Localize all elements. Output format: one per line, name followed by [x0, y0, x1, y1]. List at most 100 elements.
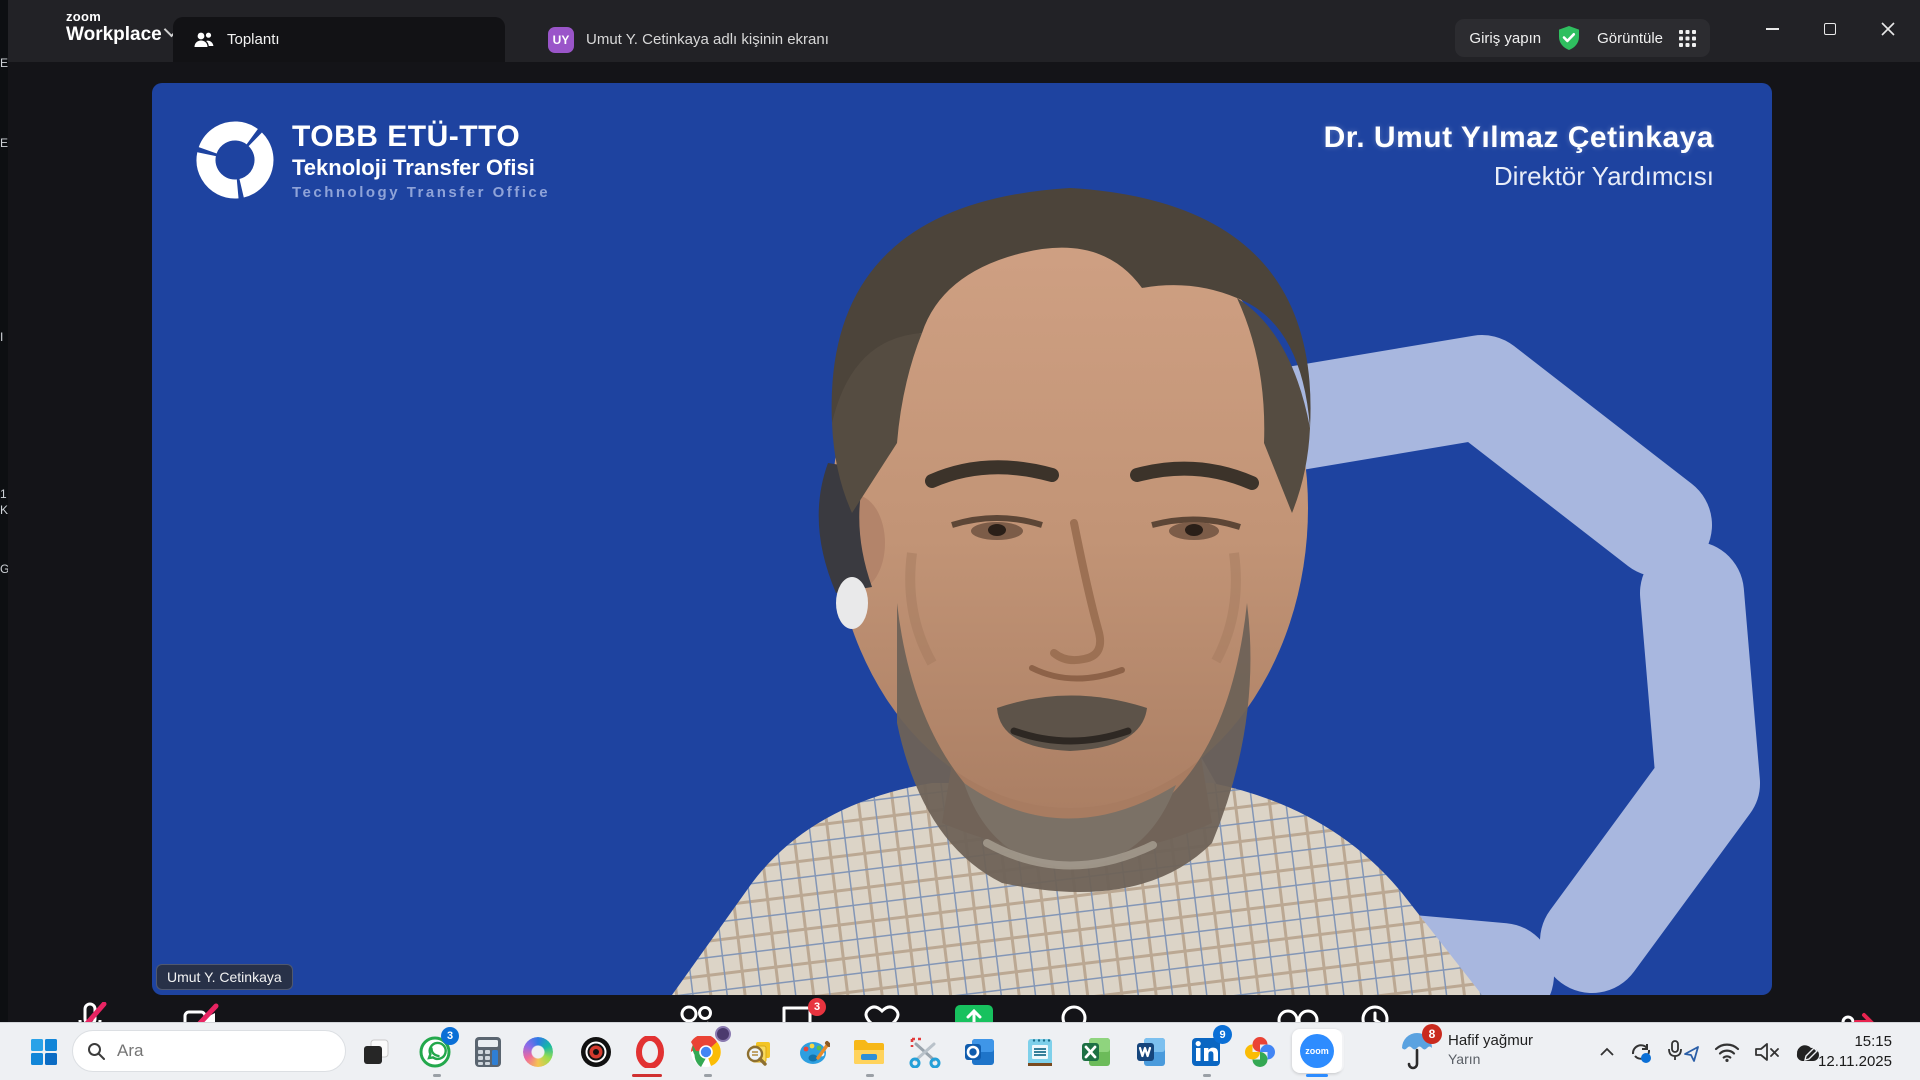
- calculator-button[interactable]: [468, 1032, 508, 1072]
- window-header: zoom Workplace Toplantı UY Umut Y. Cetin…: [8, 0, 1920, 62]
- close-icon: [1881, 22, 1895, 36]
- linkedin-button[interactable]: 9: [1186, 1032, 1226, 1072]
- opera-icon: [635, 1036, 665, 1068]
- photos-button[interactable]: [1240, 1032, 1280, 1072]
- windows-taskbar: 3: [0, 1022, 1920, 1080]
- chrome-icon: [690, 1036, 722, 1068]
- linkedin-badge: 9: [1213, 1025, 1232, 1044]
- speaker-person: [152, 83, 1772, 995]
- security-shield-icon[interactable]: [1557, 25, 1581, 51]
- task-view-icon: [363, 1039, 389, 1065]
- opera-running-indicator: [632, 1074, 662, 1077]
- share-screen-icon[interactable]: [953, 1002, 995, 1022]
- stop-video-icon[interactable]: [180, 1002, 220, 1022]
- whatsapp-button[interactable]: 3: [415, 1032, 455, 1072]
- snipping-tool-button[interactable]: [905, 1032, 945, 1072]
- snipping-tool-icon: [908, 1036, 942, 1068]
- record-icon[interactable]: [1058, 1002, 1090, 1022]
- word-icon: [1136, 1037, 1166, 1067]
- weather-alert-badge: 8: [1422, 1024, 1442, 1044]
- tab-shared-screen[interactable]: UY Umut Y. Cetinkaya adlı kişinin ekranı: [548, 17, 829, 62]
- linkedin-running-indicator: [1203, 1074, 1211, 1077]
- search-input[interactable]: [115, 1040, 315, 1062]
- opera-button[interactable]: [630, 1032, 670, 1072]
- sync-update-icon[interactable]: [1628, 1040, 1654, 1064]
- meeting-controls-strip: 3: [8, 995, 1920, 1022]
- excel-button[interactable]: [1076, 1032, 1116, 1072]
- avatar: UY: [548, 27, 574, 53]
- zoom-workplace-logo: zoom Workplace: [66, 10, 162, 44]
- mic-location-icons[interactable]: [1668, 1040, 1700, 1064]
- leave-share-icon[interactable]: [1840, 1002, 1876, 1022]
- outlook-icon: [964, 1037, 996, 1067]
- word-button[interactable]: [1131, 1032, 1171, 1072]
- fragment-text: E: [0, 56, 8, 70]
- volume-muted-icon[interactable]: [1754, 1041, 1780, 1063]
- maximize-icon: [1824, 23, 1836, 35]
- reactions-icon[interactable]: [863, 1002, 901, 1022]
- taskbar-search[interactable]: [72, 1030, 346, 1072]
- participant-name: Umut Y. Cetinkaya: [167, 969, 282, 985]
- grid-view-icon[interactable]: [1679, 30, 1696, 47]
- whatsapp-badge: 3: [441, 1027, 459, 1045]
- clock-date: 12.11.2025: [1818, 1052, 1892, 1072]
- chat-button[interactable]: 3: [780, 1002, 826, 1022]
- brand-zoom: zoom: [66, 10, 162, 23]
- signin-button[interactable]: Giriş yapın: [1469, 30, 1541, 47]
- fragment-text: K: [0, 503, 8, 517]
- tab-meeting[interactable]: Toplantı: [173, 17, 505, 62]
- mute-mic-icon[interactable]: [70, 1002, 110, 1022]
- close-button[interactable]: [1860, 0, 1916, 58]
- explorer-running-indicator: [866, 1074, 874, 1077]
- weather-condition: Hafif yağmur: [1448, 1032, 1533, 1051]
- taskbar-clock[interactable]: 15:15 12.11.2025: [1818, 1032, 1892, 1073]
- file-explorer-icon: [853, 1038, 885, 1066]
- speaker-video-tile[interactable]: Dr. Umut Yılmaz Çetinkaya Direktör Yardı…: [152, 83, 1772, 995]
- weather-when: Yarın: [1448, 1051, 1533, 1069]
- clock-time: 15:15: [1818, 1032, 1892, 1052]
- system-tray: [1600, 1023, 1822, 1080]
- windows-logo-icon: [31, 1039, 57, 1065]
- recorder-button[interactable]: [576, 1032, 616, 1072]
- fragment-text: E: [0, 136, 8, 150]
- tab-meeting-label: Toplantı: [227, 31, 280, 48]
- zoom-app-button[interactable]: zoom: [1292, 1029, 1342, 1073]
- chrome-extension-badge: [715, 1026, 731, 1042]
- outlook-button[interactable]: [960, 1032, 1000, 1072]
- search-tool-icon: [742, 1036, 774, 1068]
- minimize-button[interactable]: [1744, 0, 1800, 58]
- header-actions: Giriş yapın Görüntüle: [1455, 19, 1710, 57]
- view-button[interactable]: Görüntüle: [1597, 30, 1663, 47]
- notepad-icon: [1026, 1036, 1054, 1068]
- participant-name-tag: Umut Y. Cetinkaya: [156, 964, 293, 990]
- fragment-text: I: [0, 330, 3, 344]
- file-explorer-button[interactable]: [849, 1032, 889, 1072]
- maximize-button[interactable]: [1802, 0, 1858, 58]
- apps-icon[interactable]: [1276, 1002, 1320, 1022]
- chrome-button[interactable]: [686, 1032, 726, 1072]
- excel-icon: [1081, 1037, 1111, 1067]
- task-view-button[interactable]: [356, 1032, 396, 1072]
- paint-icon: [798, 1036, 830, 1068]
- paint-button[interactable]: [794, 1032, 834, 1072]
- zoom-workplace-window: zoom Workplace Toplantı UY Umut Y. Cetin…: [8, 0, 1920, 1022]
- weather-widget[interactable]: 8 Hafif yağmur Yarın: [1398, 1028, 1533, 1072]
- tray-chevron-up-icon[interactable]: [1600, 1047, 1614, 1057]
- whatsapp-running-indicator: [433, 1074, 441, 1077]
- notepad-button[interactable]: [1020, 1032, 1060, 1072]
- search-icon: [87, 1042, 105, 1060]
- tab-shared-screen-label: Umut Y. Cetinkaya adlı kişinin ekranı: [586, 31, 829, 48]
- more-icon[interactable]: [1358, 1002, 1392, 1022]
- chat-badge: 3: [808, 998, 826, 1016]
- zoom-running-indicator: [1306, 1074, 1328, 1077]
- photos-icon: [1245, 1037, 1275, 1067]
- search-tool-button[interactable]: [738, 1032, 778, 1072]
- participants-icon[interactable]: [673, 1002, 717, 1022]
- people-icon: [193, 31, 215, 49]
- start-button[interactable]: [24, 1032, 64, 1072]
- calculator-icon: [474, 1036, 502, 1068]
- wifi-icon[interactable]: [1714, 1042, 1740, 1062]
- copilot-icon: [523, 1037, 553, 1067]
- recorder-icon: [580, 1036, 612, 1068]
- copilot-button[interactable]: [518, 1032, 558, 1072]
